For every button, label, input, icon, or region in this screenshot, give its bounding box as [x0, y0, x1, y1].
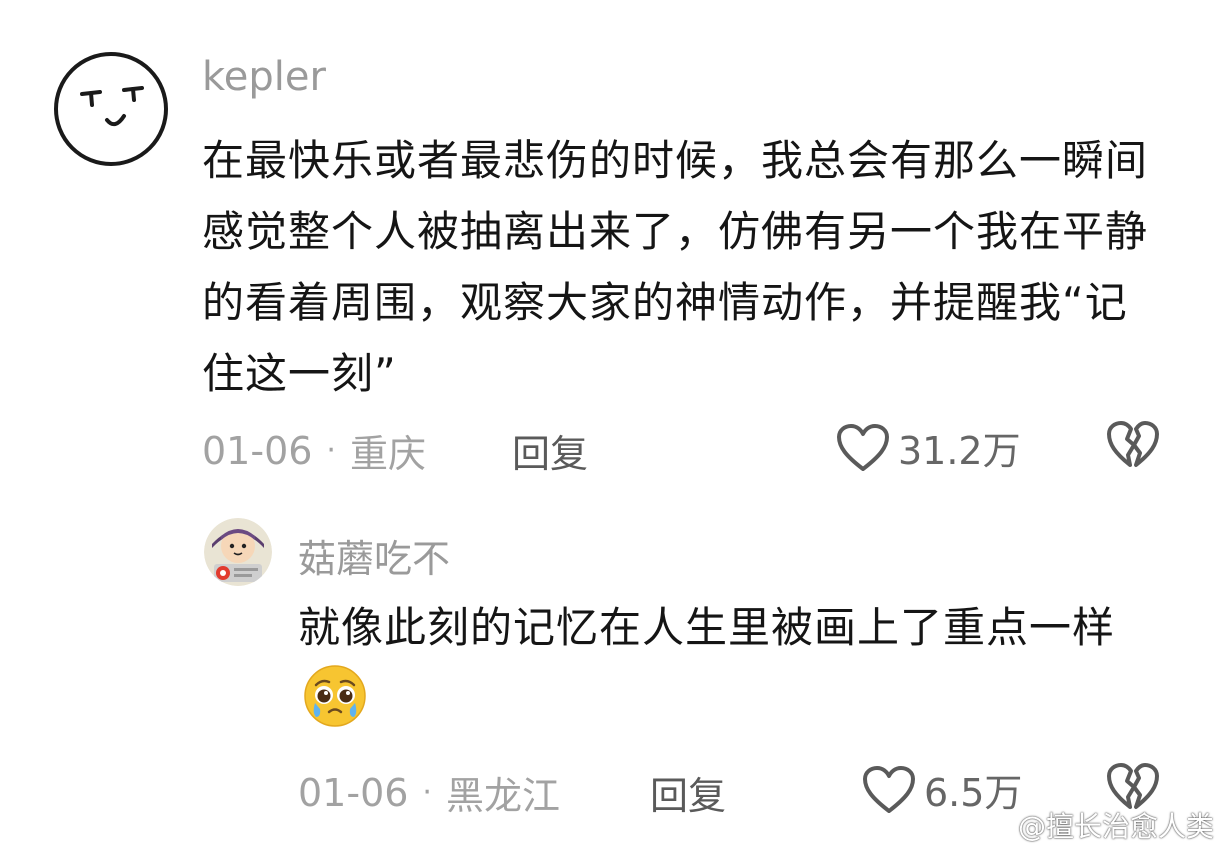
comment-text: 在最快乐或者最悲伤的时候，我总会有那么一瞬间感觉整个人被抽离出来了，仿佛有另一个… — [202, 136, 1149, 398]
broken-heart-icon — [1107, 421, 1159, 467]
comment-date: 01-06 — [202, 428, 313, 473]
heart-outline-icon — [863, 765, 915, 813]
username[interactable]: kepler — [202, 54, 326, 100]
avatar[interactable] — [204, 518, 272, 586]
comment-meta: 01-06 · 重庆 — [202, 423, 426, 478]
watermark: @擅长治愈人类 — [978, 805, 1214, 845]
username[interactable]: 菇蘑吃不 — [298, 528, 450, 583]
pleading-tear-face-icon — [302, 663, 368, 750]
comment-location: 黑龙江 — [445, 774, 560, 818]
cartoon-avatar-icon — [204, 518, 272, 586]
heart-outline-icon — [837, 423, 889, 471]
watermark-text: @擅长治愈人类 — [1017, 810, 1214, 843]
avatar[interactable] — [52, 50, 170, 168]
comment-date: 01-06 — [298, 770, 409, 815]
weibo-logo-icon — [978, 814, 1012, 840]
dislike-button[interactable] — [1106, 420, 1160, 474]
like-count: 31.2万 — [898, 429, 1021, 473]
comment-text-content: 就像此刻的记忆在人生里被画上了重点一样 — [298, 603, 1116, 652]
comment-text: 就像此刻的记忆在人生里被画上了重点一样 — [298, 592, 1158, 750]
separator-dot: · — [422, 775, 432, 810]
comment-meta: 01-06 · 黑龙江 — [298, 765, 560, 820]
like-button[interactable]: 31.2万 — [836, 420, 1021, 475]
separator-dot: · — [326, 433, 336, 468]
comment-location: 重庆 — [349, 432, 426, 476]
reply-button[interactable]: 回复 — [512, 423, 588, 478]
reply-button[interactable]: 回复 — [650, 765, 726, 820]
doodle-face-avatar-icon — [54, 52, 168, 166]
